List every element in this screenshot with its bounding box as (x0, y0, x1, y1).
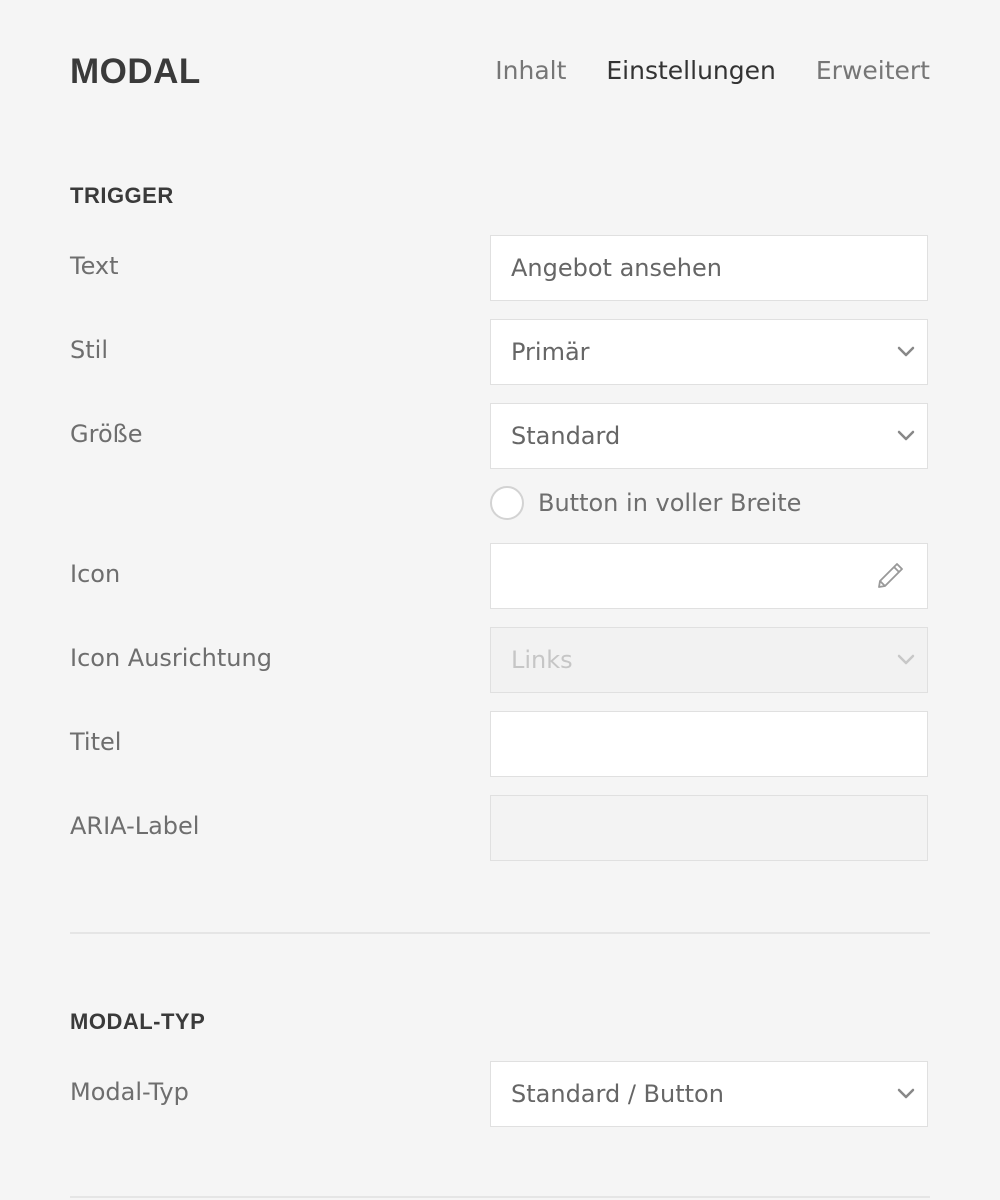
full-width-label: Button in voller Breite (538, 489, 802, 517)
title-input[interactable] (490, 711, 928, 777)
panel-header: MODAL Inhalt Einstellungen Erweitert (70, 46, 930, 102)
aria-label-input[interactable] (490, 795, 928, 861)
icon-alignment-select: Links (490, 627, 928, 693)
size-select-value: Standard (511, 422, 621, 450)
tab-einstellungen[interactable]: Einstellungen (606, 56, 775, 85)
chevron-down-icon (897, 430, 915, 441)
text-input[interactable]: Angebot ansehen (490, 235, 928, 301)
full-width-radio[interactable] (490, 486, 524, 520)
size-select[interactable]: Standard (490, 403, 928, 469)
icon-label: Icon (70, 560, 121, 588)
modal-type-value: Standard / Button (511, 1080, 724, 1108)
section-divider (70, 932, 930, 934)
tab-inhalt[interactable]: Inhalt (495, 56, 566, 85)
section-divider (70, 1196, 930, 1198)
full-width-toggle[interactable]: Button in voller Breite (490, 486, 801, 520)
size-label: Größe (70, 420, 143, 448)
title-label: Titel (70, 728, 122, 756)
chevron-down-icon (897, 654, 915, 665)
modal-type-label: Modal-Typ (70, 1078, 189, 1106)
style-label: Stil (70, 336, 108, 364)
chevron-down-icon (897, 346, 915, 357)
text-label: Text (70, 252, 119, 280)
icon-alignment-label: Icon Ausrichtung (70, 644, 272, 672)
tab-erweitert[interactable]: Erweitert (816, 56, 930, 85)
style-select[interactable]: Primär (490, 319, 928, 385)
style-select-value: Primär (511, 338, 590, 366)
icon-picker-field[interactable] (490, 543, 928, 609)
modal-settings-panel: MODAL Inhalt Einstellungen Erweitert TRI… (0, 0, 1000, 1200)
section-heading-modal-type: MODAL-TYP (70, 1009, 206, 1034)
tab-bar: Inhalt Einstellungen Erweitert (495, 56, 930, 85)
panel-title: MODAL (70, 52, 201, 91)
pencil-icon[interactable] (873, 559, 907, 593)
icon-alignment-value: Links (511, 646, 573, 674)
modal-type-select[interactable]: Standard / Button (490, 1061, 928, 1127)
chevron-down-icon (897, 1088, 915, 1099)
section-heading-trigger: TRIGGER (70, 183, 174, 208)
text-input-value: Angebot ansehen (511, 254, 722, 282)
aria-label-label: ARIA-Label (70, 812, 200, 840)
